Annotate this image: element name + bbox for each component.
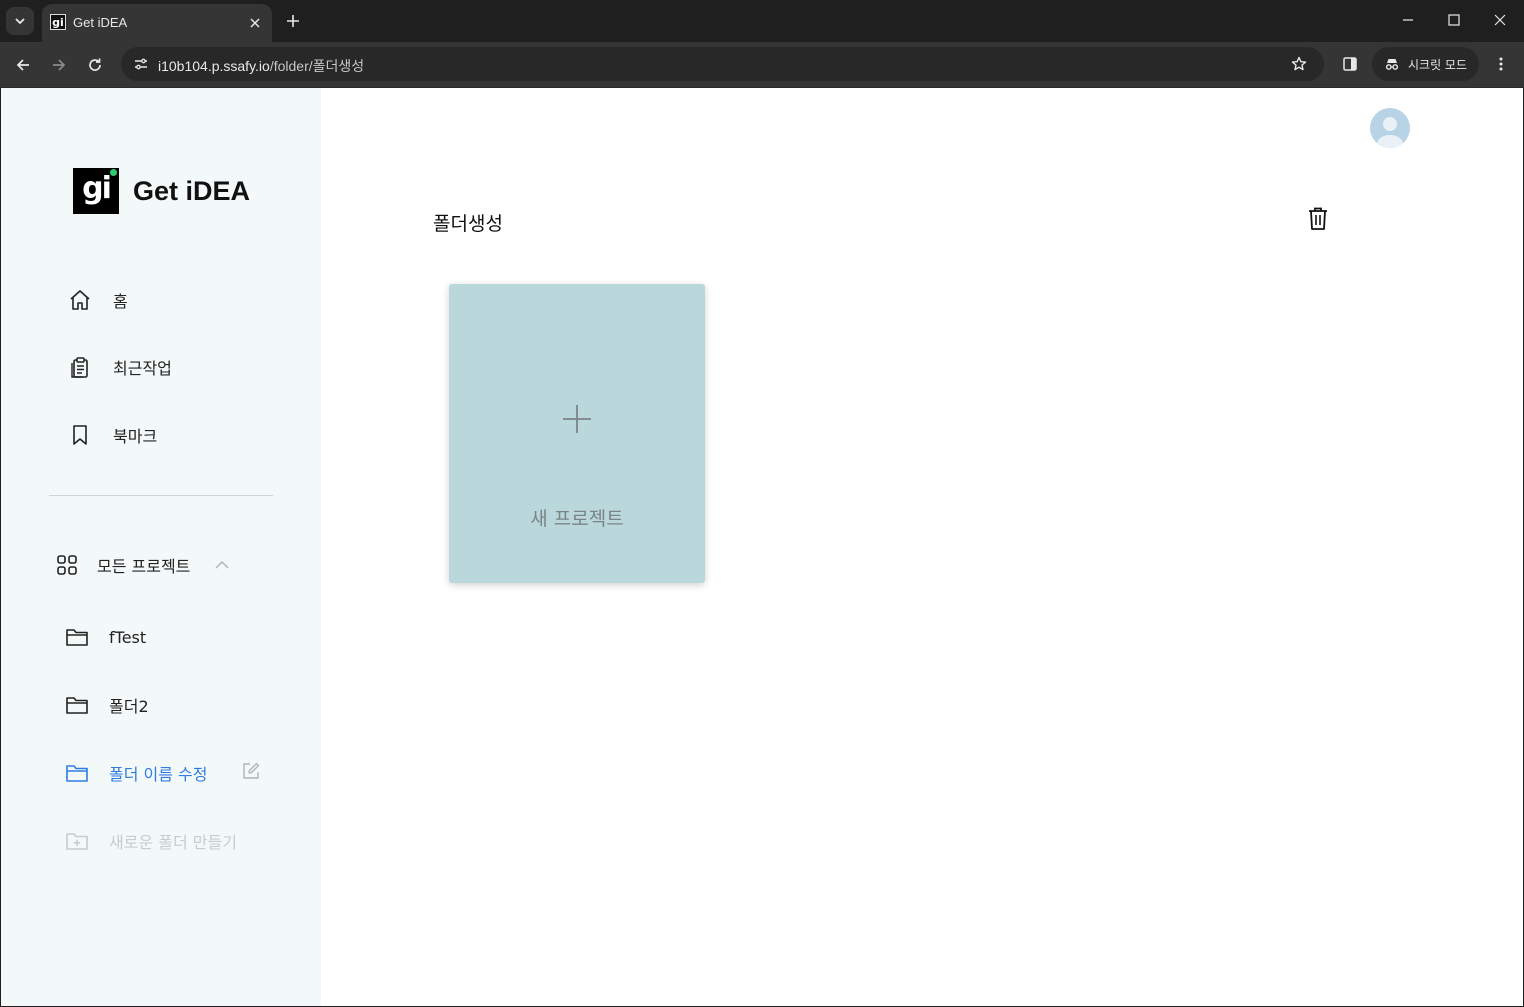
maximize-button[interactable] [1431, 4, 1477, 36]
folder-icon [66, 765, 88, 782]
new-project-label: 새 프로젝트 [530, 508, 624, 530]
logo[interactable]: gi Get iDEA [73, 168, 250, 214]
back-button[interactable] [9, 51, 37, 79]
folder-item-ftest[interactable]: fTest [65, 625, 146, 649]
browser-tabstrip: gi Get iDEA [0, 0, 1524, 42]
trash-icon[interactable] [1306, 206, 1330, 232]
close-icon [250, 18, 260, 28]
close-icon [1494, 14, 1506, 26]
tab-title: Get iDEA [73, 15, 128, 30]
window-close-button[interactable] [1477, 4, 1523, 36]
clipboard-icon [67, 354, 93, 380]
edit-folder-icon[interactable] [241, 761, 261, 781]
chevron-up-icon[interactable] [214, 557, 230, 573]
incognito-icon [1385, 59, 1399, 70]
grid-icon [57, 555, 77, 575]
minimize-button[interactable] [1385, 4, 1431, 36]
arrow-left-icon [16, 59, 29, 71]
user-icon [1377, 117, 1403, 148]
nav-item-home[interactable]: 홈 [67, 287, 128, 313]
folder-label: 폴더2 [109, 697, 149, 716]
new-tab-button[interactable] [281, 9, 305, 33]
new-project-card[interactable]: 새 프로젝트 [449, 284, 705, 583]
tab-close-button[interactable] [246, 14, 264, 32]
folder-label: fTest [109, 627, 147, 647]
arrow-right-icon [53, 59, 66, 71]
side-panel-button[interactable] [1338, 52, 1362, 76]
folder-plus-icon [66, 833, 88, 850]
nav-item-recent[interactable]: 최근작업 [67, 354, 172, 380]
maximize-icon [1448, 14, 1460, 26]
reload-icon [89, 58, 101, 71]
page-viewport: gi Get iDEA 홈 최근작업 북마크 모든 프로젝트 fTest 폴더2… [1, 88, 1523, 1006]
url-path: /folder/폴더생성 [269, 58, 365, 74]
avatar[interactable] [1370, 108, 1410, 148]
plus-icon [563, 405, 591, 433]
browser-menu-button[interactable] [1489, 52, 1513, 76]
reload-button[interactable] [81, 51, 109, 79]
incognito-label: 시크릿 모드 [1408, 57, 1468, 72]
nav-item-label: 북마크 [113, 427, 158, 446]
logo-mark: gi [73, 168, 119, 214]
browser-tab[interactable]: gi Get iDEA [42, 4, 272, 42]
tab-search-button[interactable] [6, 7, 34, 35]
folder-icon [66, 629, 88, 646]
home-icon [67, 287, 93, 313]
logo-mark-text: gi [82, 171, 112, 206]
more-vertical-icon [1499, 57, 1503, 71]
nav-item-label: 최근작업 [113, 359, 172, 378]
new-folder-button[interactable]: 새로운 폴더 만들기 [65, 829, 237, 853]
logo-dot [110, 169, 117, 176]
bookmark-star-button[interactable] [1288, 53, 1310, 75]
plus-icon [287, 15, 299, 27]
address-bar[interactable]: i10b104.p.ssafy.io/folder/폴더생성 [121, 47, 1324, 81]
sidebar: gi Get iDEA 홈 최근작업 북마크 모든 프로젝트 fTest 폴더2… [1, 88, 321, 1006]
nav-item-bookmark[interactable]: 북마크 [67, 422, 157, 448]
bookmark-icon [67, 422, 93, 448]
minimize-icon [1403, 19, 1413, 21]
folder-item-active[interactable]: 폴더 이름 수정 [65, 761, 208, 785]
sidebar-divider [49, 495, 273, 496]
folder-item-folder2[interactable]: 폴더2 [65, 693, 149, 717]
forward-button[interactable] [45, 51, 73, 79]
all-projects-toggle[interactable]: 모든 프로젝트 [55, 553, 230, 577]
url-host: i10b104.p.ssafy.io [158, 58, 270, 74]
page-title: 폴더생성 [433, 213, 503, 235]
incognito-indicator[interactable]: 시크릿 모드 [1372, 47, 1479, 81]
browser-toolbar: i10b104.p.ssafy.io/folder/폴더생성 시크릿 모드 [0, 42, 1524, 88]
side-panel-icon [1343, 57, 1357, 71]
folder-label: 폴더 이름 수정 [109, 765, 208, 784]
tune-icon [135, 58, 147, 70]
new-folder-label: 새로운 폴더 만들기 [109, 833, 237, 852]
chevron-down-icon [15, 18, 25, 25]
all-projects-label: 모든 프로젝트 [97, 557, 191, 576]
logo-text: Get iDEA [133, 175, 251, 206]
star-icon [1291, 56, 1307, 71]
folder-icon [66, 697, 88, 714]
url-text: i10b104.p.ssafy.io/folder/폴더생성 [158, 56, 364, 76]
nav-item-label: 홈 [113, 292, 128, 311]
site-info-button[interactable] [129, 52, 153, 76]
favicon-icon: gi [50, 14, 66, 30]
